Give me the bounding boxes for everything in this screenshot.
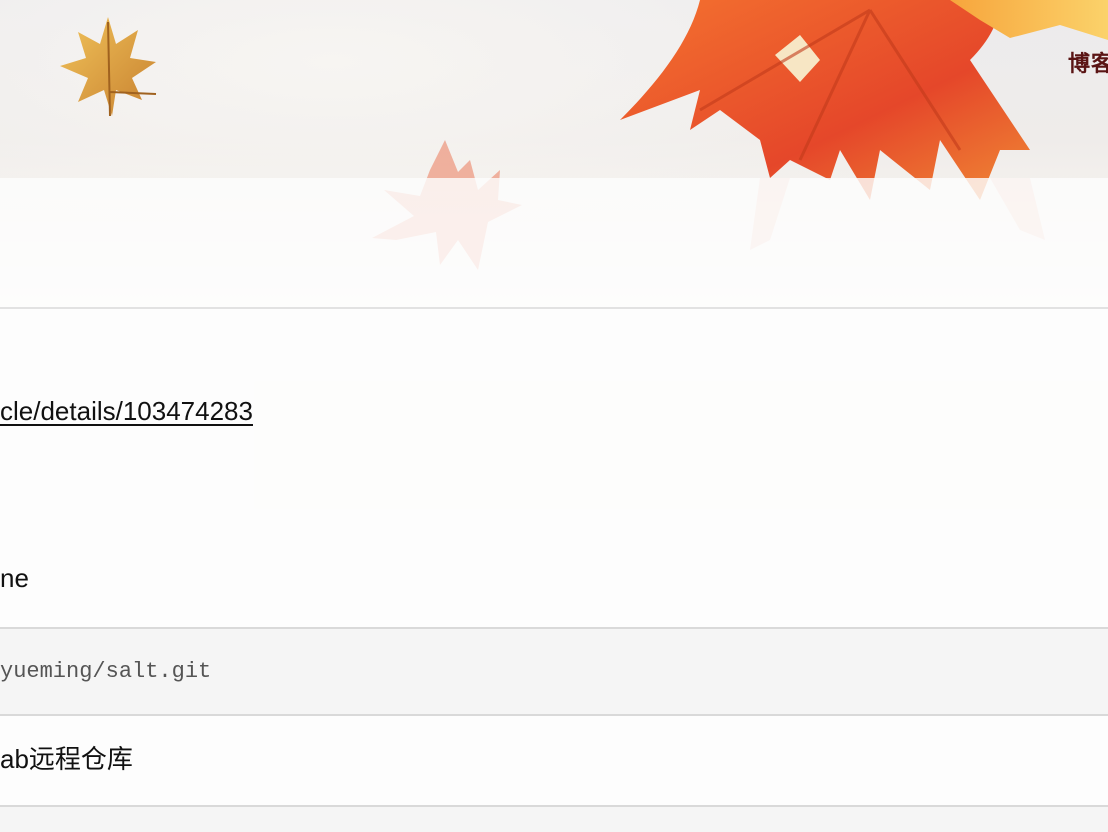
article-paragraph-1: ne <box>0 563 29 593</box>
small-maple-leaf-icon <box>60 17 157 117</box>
article-paragraph-2: ab远程仓库 <box>0 744 133 774</box>
code-line: yueming/salt.git <box>0 659 212 684</box>
article-link-line: cle/details/103474283 <box>0 396 253 427</box>
article-body <box>0 178 1108 832</box>
large-maple-leaf-icon <box>620 0 1030 200</box>
code-block-2 <box>0 805 1108 832</box>
code-block: yueming/salt.git <box>0 627 1108 716</box>
nav-blog-link[interactable]: 博客 <box>1068 46 1108 78</box>
section-divider <box>0 307 1108 309</box>
blog-page: 博客 cle/details/103474283 ne yueming/salt… <box>0 0 1108 832</box>
article-link[interactable]: cle/details/103474283 <box>0 396 253 426</box>
